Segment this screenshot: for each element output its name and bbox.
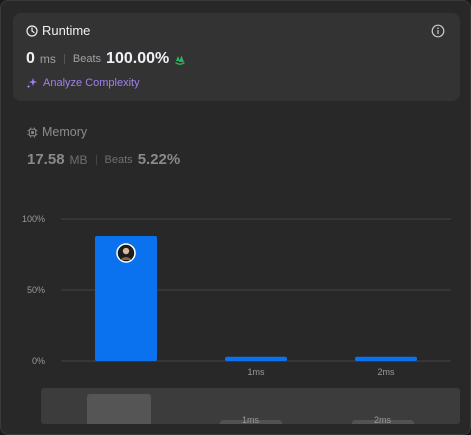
runtime-value: 0 [26,50,35,67]
runtime-title-label: Runtime [42,23,91,38]
runtime-beats-value: 100.00% [106,50,170,67]
runtime-stats: 0 ms Beats 100.00% [26,50,187,68]
minimap-selected-window[interactable] [87,394,151,424]
runtime-unit: ms [39,52,56,66]
divider [95,154,97,165]
x-tick-label: 2ms [377,367,395,377]
analyze-complexity-label: Analyze Complexity [43,77,140,89]
y-tick-label: 0% [32,356,45,366]
chart-range-selector[interactable]: 1ms 2ms [41,388,460,424]
memory-tab[interactable]: Memory [27,125,87,139]
sparkle-icon [26,78,37,89]
x-tick-label: 1ms [247,367,265,377]
y-tick-label: 50% [27,285,45,295]
minimap-label-2ms: 2ms [374,415,392,424]
runtime-title: Runtime [26,23,90,38]
runtime-distribution-chart: 100% 50% 0% 1ms 2ms [22,214,451,377]
chip-icon [27,126,38,138]
y-tick-label: 100% [22,214,45,224]
chart-bar[interactable] [225,356,287,361]
avatar-face [122,247,130,255]
chart-bar[interactable] [355,356,417,361]
info-icon[interactable] [431,24,445,38]
submission-detail-panel: Runtime 0 ms Beats 100.00% Analyze Compl… [0,0,471,435]
memory-stats: 17.58 MB Beats 5.22% [27,151,180,168]
runtime-card[interactable]: Runtime 0 ms Beats 100.00% Analyze Compl… [13,13,460,101]
memory-unit: MB [69,152,88,167]
clock-icon [26,24,38,37]
analyze-complexity-link[interactable]: Analyze Complexity [26,77,140,89]
divider [63,54,65,64]
minimap-label-1ms: 1ms [242,415,260,424]
runtime-beats-label: Beats [72,53,102,65]
memory-value: 17.58 [27,151,65,168]
memory-beats-label: Beats [104,153,133,166]
clap-icon [175,55,186,65]
memory-title-label: Memory [42,125,88,139]
memory-beats-value: 5.22% [137,151,181,168]
